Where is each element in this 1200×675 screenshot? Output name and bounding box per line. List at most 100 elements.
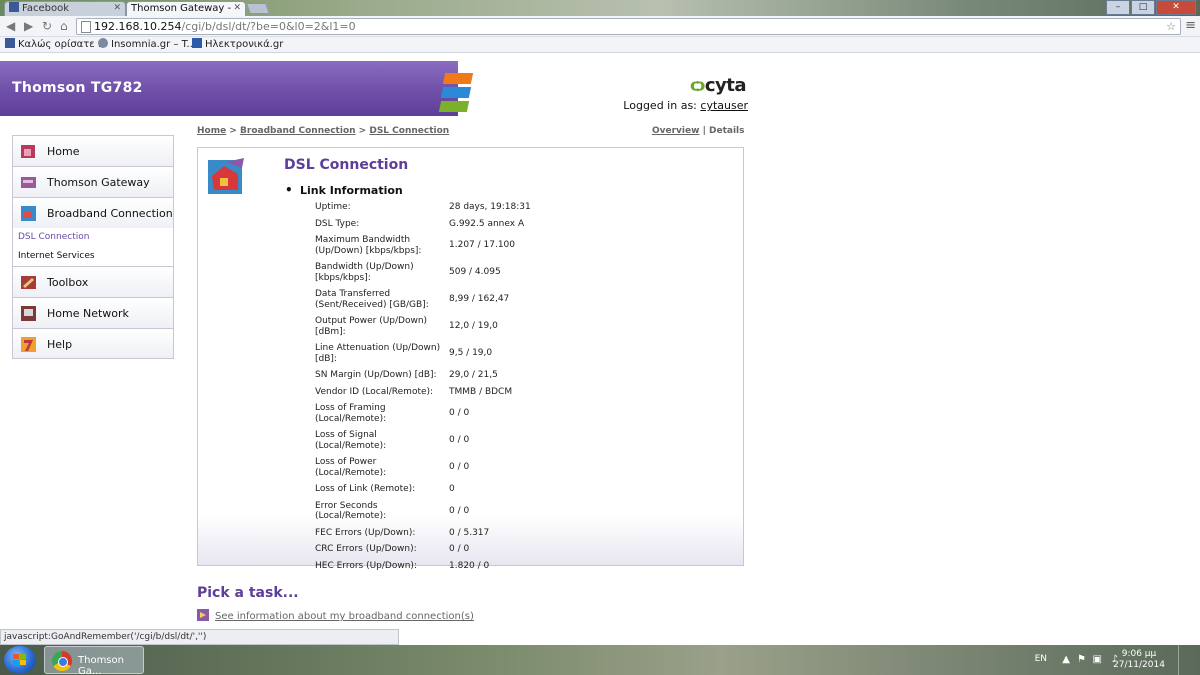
info-row-label: CRC Errors (Up/Down): xyxy=(315,544,417,554)
close-window-button[interactable]: ✕ xyxy=(1156,0,1196,15)
show-desktop-button[interactable] xyxy=(1178,645,1190,675)
info-row-value: 0 xyxy=(449,484,455,494)
home-page-icon[interactable]: ⌂ xyxy=(60,19,68,33)
start-button[interactable] xyxy=(4,646,36,674)
bookmark-star-icon[interactable]: ☆ xyxy=(1166,20,1176,33)
info-row-label: FEC Errors (Up/Down): xyxy=(315,527,416,538)
brand-title: Thomson TG782 xyxy=(12,80,143,96)
info-row-label: Uptime: xyxy=(315,202,351,212)
forward-arrow-icon[interactable]: ▶ xyxy=(24,19,33,33)
tab-facebook[interactable]: Facebook ✕ xyxy=(4,1,126,16)
action-center-flag-icon[interactable]: ⚑ xyxy=(1077,654,1086,665)
sidebar-subitem-dsl-connection[interactable]: DSL Connection xyxy=(12,228,174,247)
info-row-value: 0 / 0 xyxy=(449,408,470,418)
browser-toolbar: ◀ ▶ ↻ ⌂ 192.168.10.254/cgi/b/dsl/dt/?be=… xyxy=(0,16,1200,37)
sidebar-item-broadband-connection[interactable]: Broadband Connection xyxy=(12,197,174,228)
info-row-label: Loss of Link (Remote): xyxy=(315,484,416,494)
info-row-value: 9,5 / 19,0 xyxy=(449,348,493,358)
bookmark-insomnia[interactable]: Insomnia.gr – T... xyxy=(98,38,196,51)
cyta-logo: ѻcyta xyxy=(689,75,747,96)
broadband-info-link[interactable]: See information about my broadband conne… xyxy=(215,611,474,622)
home-network-icon xyxy=(21,306,36,321)
taskbar-chrome-app[interactable]: Thomson Ga... xyxy=(44,646,144,675)
page-viewport: Thomson TG782 ѻcyta Logged in as: cytaus… xyxy=(0,53,1200,645)
close-tab-icon[interactable]: ✕ xyxy=(113,2,121,15)
facebook-icon xyxy=(5,38,15,48)
bookmark-facebook[interactable]: Καλώς ορίσατε ... xyxy=(5,38,107,51)
info-row-value: 12,0 / 19,0 xyxy=(449,321,498,331)
info-row-value: 509 / 4.095 xyxy=(449,267,501,277)
stripe-blue xyxy=(440,87,472,98)
info-row-label: Vendor ID (Local/Remote): xyxy=(315,386,434,397)
ilektronika-icon xyxy=(192,38,202,48)
info-row-label: Loss of Signal (Local/Remote): xyxy=(315,430,387,451)
breadcrumb-broadband[interactable]: Broadband Connection xyxy=(240,126,356,136)
sidebar-item-help[interactable]: Help xyxy=(12,328,174,359)
tab-thomson-gateway[interactable]: Thomson Gateway - ✕ xyxy=(126,1,246,16)
view-switch: Overview | Details xyxy=(652,126,745,136)
info-row-label: DSL Type: xyxy=(315,218,360,229)
sidebar-item-home-network[interactable]: Home Network xyxy=(12,297,174,328)
windows-taskbar: Thomson Ga... EN ▲ ⚑ ▣ ♪ 9:06 μμ 27/11/20… xyxy=(0,645,1200,675)
reload-icon[interactable]: ↻ xyxy=(42,19,52,33)
insomnia-icon xyxy=(98,38,108,48)
status-bar: javascript:GoAndRemember('/cgi/b/dsl/dt/… xyxy=(0,629,399,645)
minimize-button[interactable]: – xyxy=(1106,0,1130,15)
language-indicator[interactable]: EN xyxy=(1035,654,1047,664)
bookmark-ilektronika[interactable]: Ηλεκτρονικά.gr xyxy=(192,38,283,51)
info-row-label: Loss of Framing (Local/Remote): xyxy=(315,403,387,424)
chrome-icon xyxy=(52,651,72,671)
info-row-value: 0 / 0 xyxy=(449,544,470,554)
info-row-value: TMMB / BDCM xyxy=(449,386,513,397)
windows-logo-icon xyxy=(13,654,27,666)
info-row-label: Maximum Bandwidth (Up/Down) [kbps/kbps]: xyxy=(315,235,422,256)
bookmarks-bar: Καλώς ορίσατε ... Insomnia.gr – T... Ηλε… xyxy=(0,37,1200,53)
address-bar[interactable]: 192.168.10.254/cgi/b/dsl/dt/?be=0&l0=2&l… xyxy=(76,18,1181,35)
sidebar-item-toolbox[interactable]: Toolbox xyxy=(12,266,174,297)
user-link[interactable]: cytauser xyxy=(700,99,748,112)
tab-strip: Facebook ✕ Thomson Gateway - ✕ – □ ✕ xyxy=(0,0,1200,16)
overview-link[interactable]: Overview xyxy=(652,126,699,136)
info-row-value: 1.820 / 0 xyxy=(449,560,490,571)
info-row-value: 1.207 / 17.100 xyxy=(449,240,516,250)
info-row-label: SN Margin (Up/Down) [dB]: xyxy=(315,370,437,380)
broadband-icon xyxy=(21,206,36,221)
close-tab-icon[interactable]: ✕ xyxy=(233,2,241,15)
browser-window: Facebook ✕ Thomson Gateway - ✕ – □ ✕ ◀ ▶… xyxy=(0,0,1200,645)
sidebar-subitem-internet-services[interactable]: Internet Services xyxy=(12,247,174,266)
url-text: 192.168.10.254/cgi/b/dsl/dt/?be=0&l0=2&l… xyxy=(94,20,356,33)
sidebar-item-thomson-gateway[interactable]: Thomson Gateway xyxy=(12,166,174,197)
tray-expand-icon[interactable]: ▲ xyxy=(1062,654,1070,665)
back-arrow-icon[interactable]: ◀ xyxy=(6,19,15,33)
info-row-value: 0 / 5.317 xyxy=(449,527,490,538)
info-row-label: Loss of Power (Local/Remote): xyxy=(315,457,387,478)
clock[interactable]: 9:06 μμ 27/11/2014 xyxy=(1110,649,1168,671)
dsl-panel: DSL Connection Link Information Uptime: 2… xyxy=(197,147,744,571)
info-row-value: 0 / 0 xyxy=(449,462,470,472)
facebook-icon xyxy=(9,2,19,12)
sidebar-item-home[interactable]: Home xyxy=(12,135,174,166)
system-tray: EN ▲ ⚑ ▣ ♪ 9:06 μμ 27/11/2014 xyxy=(1010,645,1190,675)
info-row-value: 29,0 / 21,5 xyxy=(449,370,498,380)
new-tab-button[interactable] xyxy=(245,3,271,14)
section-title: Link Information xyxy=(285,183,403,197)
chrome-menu-icon[interactable]: ≡ xyxy=(1185,19,1196,33)
dsl-connection-icon xyxy=(208,158,244,194)
breadcrumb-home[interactable]: Home xyxy=(197,126,226,136)
panel-title: DSL Connection xyxy=(284,157,409,173)
home-icon xyxy=(21,145,35,158)
info-row-label: Output Power (Up/Down) [dBm]: xyxy=(315,316,428,337)
brand-stripes xyxy=(438,73,474,115)
header-right: ѻcyta Logged in as: cytauser xyxy=(458,61,756,116)
maximize-button[interactable]: □ xyxy=(1131,0,1155,15)
info-row-value: G.992.5 annex A xyxy=(449,218,525,229)
sidebar: Home Thomson Gateway Broadband Connectio… xyxy=(12,135,174,359)
info-row-label: Error Seconds (Local/Remote): xyxy=(315,500,387,522)
pick-task-title: Pick a task... xyxy=(197,585,299,601)
info-row-label: Data Transferred (Sent/Received) [GB/GB]… xyxy=(315,289,429,310)
breadcrumb-dsl[interactable]: DSL Connection xyxy=(369,126,449,136)
info-row-label: HEC Errors (Up/Down): xyxy=(315,560,417,571)
breadcrumb: Home > Broadband Connection > DSL Connec… xyxy=(197,126,450,136)
network-icon[interactable]: ▣ xyxy=(1093,654,1102,665)
help-icon xyxy=(21,337,36,352)
